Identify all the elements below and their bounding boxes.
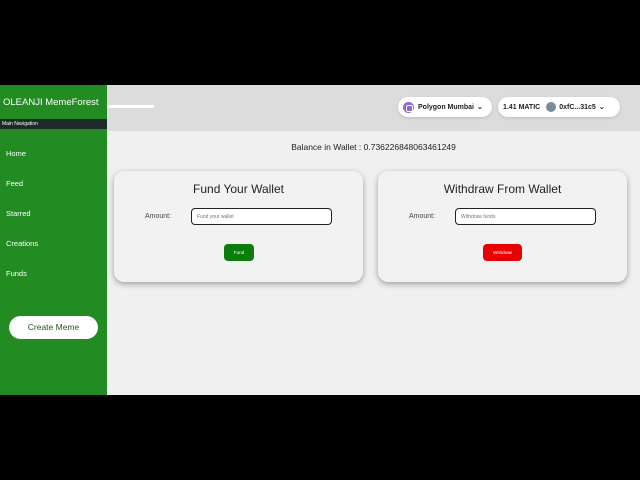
main-navigation-label: Main Navigation: [0, 119, 107, 129]
withdraw-amount-input[interactable]: [455, 208, 596, 225]
polygon-icon: [403, 101, 414, 113]
loading-indicator: [107, 105, 154, 108]
withdraw-wallet-card: Withdraw From Wallet Amount: Withdraw: [378, 171, 627, 282]
sidebar-item-home[interactable]: Home: [6, 149, 26, 158]
chevron-down-icon: ⌄: [477, 104, 483, 111]
withdraw-amount-label: Amount:: [409, 213, 436, 220]
wallet-balance-short: 1.41 MATIC: [503, 103, 541, 111]
avatar-icon: [546, 102, 557, 112]
sidebar-item-creations[interactable]: Creations: [6, 239, 38, 248]
network-name: Polygon Mumbai: [418, 103, 474, 111]
fund-wallet-card: Fund Your Wallet Amount: Fund: [114, 171, 363, 282]
fund-amount-label: Amount:: [145, 213, 172, 220]
wallet-address: 0xfC...31c5: [559, 103, 596, 111]
app-viewport: OLEANJI MemeForest Main Navigation Home …: [0, 85, 640, 395]
withdraw-button[interactable]: Withdraw: [483, 244, 522, 261]
wallet-balance-text: Balance in Wallet : 0.736226848063461249: [291, 142, 456, 152]
sidebar: OLEANJI MemeForest Main Navigation Home …: [0, 85, 107, 395]
fund-card-title: Fund Your Wallet: [193, 182, 284, 196]
account-button[interactable]: 1.41 MATIC 0xfC...31c5 ⌄: [498, 97, 620, 117]
sidebar-item-starred[interactable]: Starred: [6, 209, 31, 218]
top-header: Polygon Mumbai ⌄ 1.41 MATIC 0xfC...31c5 …: [107, 85, 640, 131]
withdraw-card-title: Withdraw From Wallet: [443, 182, 562, 196]
create-meme-button[interactable]: Create Meme: [9, 316, 98, 339]
fund-button[interactable]: Fund: [224, 244, 254, 261]
sidebar-item-feed[interactable]: Feed: [6, 179, 23, 188]
chevron-down-icon: ⌄: [598, 104, 605, 111]
fund-amount-input[interactable]: [191, 208, 332, 225]
sidebar-item-funds[interactable]: Funds: [6, 269, 27, 278]
network-selector-button[interactable]: Polygon Mumbai ⌄: [398, 97, 492, 117]
brand-title: OLEANJI MemeForest: [3, 97, 99, 108]
